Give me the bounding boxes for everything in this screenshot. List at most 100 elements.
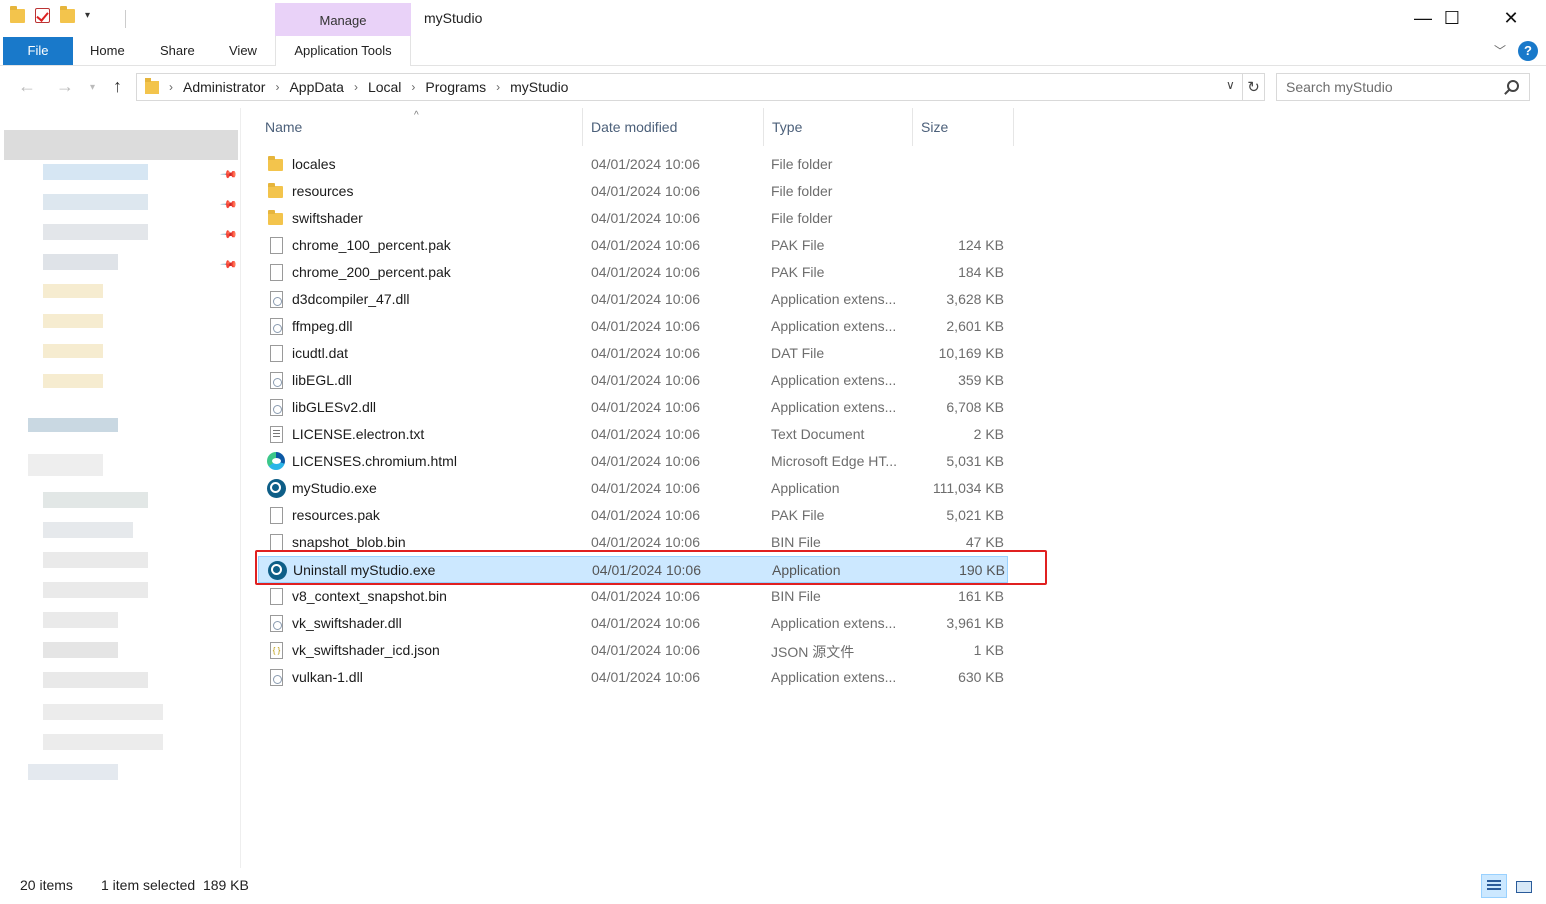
file-row[interactable]: vulkan-1.dll 04/01/2024 10:06 Application …	[258, 664, 1008, 691]
tab-view[interactable]: View	[229, 37, 257, 65]
breadcrumb-administrator[interactable]: Administrator	[183, 79, 265, 95]
file-size: 2,601 KB	[946, 318, 1004, 334]
blurred-item[interactable]	[43, 254, 118, 270]
address-bar[interactable]: › Administrator › AppData › Local › Prog…	[136, 73, 1243, 101]
file-row[interactable]: chrome_200_percent.pak 04/01/2024 10:06 PA…	[258, 259, 1008, 286]
blurred-item[interactable]	[43, 672, 148, 688]
chevron-right-icon[interactable]: ›	[496, 80, 500, 94]
file-row[interactable]: icudtl.dat 04/01/2024 10:06 DAT File 10,169…	[258, 340, 1008, 367]
blurred-item[interactable]	[43, 224, 148, 240]
file-row[interactable]: { } vk_swiftshader_icd.json 04/01/2024 10:…	[258, 637, 1008, 664]
blurred-item[interactable]	[43, 314, 103, 328]
tab-application-tools[interactable]: Application Tools	[275, 36, 411, 66]
help-button[interactable]: ?	[1518, 41, 1538, 61]
blurred-item[interactable]	[43, 284, 103, 298]
file-name: LICENSES.chromium.html	[292, 453, 457, 469]
breadcrumb-appdata[interactable]: AppData	[289, 79, 343, 95]
blurred-item[interactable]	[43, 492, 148, 508]
file-row[interactable]: chrome_100_percent.pak 04/01/2024 10:06 PA…	[258, 232, 1008, 259]
blurred-quick-access[interactable]	[4, 130, 238, 160]
up-arrow-icon[interactable]: ↑	[113, 76, 122, 97]
column-divider[interactable]	[1013, 108, 1014, 146]
breadcrumb-local[interactable]: Local	[368, 79, 401, 95]
file-row[interactable]: vk_swiftshader.dll 04/01/2024 10:06 Applic…	[258, 610, 1008, 637]
file-row[interactable]: myStudio.exe 04/01/2024 10:06 Application 1…	[258, 475, 1008, 502]
file-row[interactable]: resources.pak 04/01/2024 10:06 PAK File 5,0…	[258, 502, 1008, 529]
file-row[interactable]: d3dcompiler_47.dll 04/01/2024 10:06 Applic…	[258, 286, 1008, 313]
tab-manage[interactable]: Manage	[275, 3, 411, 36]
search-icon[interactable]	[1507, 80, 1519, 92]
forward-arrow-icon[interactable]: →	[56, 76, 74, 97]
pin-icon[interactable]: 📌	[219, 195, 238, 214]
maximize-button[interactable]: ☐	[1423, 0, 1481, 36]
blurred-item[interactable]	[43, 194, 148, 210]
blurred-item[interactable]	[28, 454, 103, 476]
pin-icon[interactable]: 📌	[219, 255, 238, 274]
file-row[interactable]: snapshot_blob.bin 04/01/2024 10:06 BIN Fil…	[258, 529, 1008, 556]
file-row[interactable]: LICENSE.electron.txt 04/01/2024 10:06 Text…	[258, 421, 1008, 448]
blurred-item[interactable]	[28, 418, 118, 432]
search-input[interactable]	[1286, 79, 1486, 95]
blurred-item[interactable]	[43, 612, 118, 628]
large-icons-view-icon[interactable]	[1510, 874, 1536, 898]
file-size: 10,169 KB	[938, 345, 1004, 361]
file-row[interactable]: swiftshader 04/01/2024 10:06 File folder	[258, 205, 1008, 232]
blurred-item[interactable]	[43, 552, 148, 568]
file-row[interactable]: LICENSES.chromium.html 04/01/2024 10:06 Mi…	[258, 448, 1008, 475]
blurred-item[interactable]	[43, 522, 133, 538]
file-type: Application extens...	[771, 669, 897, 685]
blurred-item[interactable]	[43, 734, 163, 750]
sort-ascending-icon: ^	[414, 110, 419, 121]
pin-icon[interactable]: 📌	[219, 165, 238, 184]
chevron-right-icon[interactable]: ›	[354, 80, 358, 94]
blurred-item[interactable]	[43, 704, 163, 720]
expand-ribbon-icon[interactable]: ﹀	[1494, 42, 1506, 59]
file-row[interactable]: libEGL.dll 04/01/2024 10:06 Application ex…	[258, 367, 1008, 394]
selection-info: 1 item selected 189 KB	[101, 877, 249, 893]
blurred-item[interactable]	[28, 764, 118, 780]
column-name[interactable]: Name	[257, 108, 582, 146]
tab-home[interactable]: Home	[90, 37, 125, 65]
file-name: v8_context_snapshot.bin	[292, 588, 447, 604]
chevron-right-icon[interactable]: ›	[275, 80, 279, 94]
search-box[interactable]	[1276, 73, 1530, 101]
blurred-item[interactable]	[43, 642, 118, 658]
column-type[interactable]: Type	[764, 108, 912, 146]
chevron-right-icon[interactable]: ›	[411, 80, 415, 94]
pin-icon[interactable]: 📌	[219, 225, 238, 244]
tab-share[interactable]: Share	[160, 37, 195, 65]
file-row[interactable]: libGLESv2.dll 04/01/2024 10:06 Application…	[258, 394, 1008, 421]
blurred-item[interactable]	[43, 582, 148, 598]
customize-toolbar-icon[interactable]: ▾	[85, 10, 90, 21]
breadcrumb-programs[interactable]: Programs	[425, 79, 486, 95]
breadcrumb-mystudio[interactable]: myStudio	[510, 79, 568, 95]
tab-file[interactable]: File	[3, 37, 73, 65]
file-name: vk_swiftshader_icd.json	[292, 642, 440, 658]
chevron-right-icon[interactable]: ›	[169, 80, 173, 94]
file-row[interactable]: resources 04/01/2024 10:06 File folder	[258, 178, 1008, 205]
file-size: 630 KB	[958, 669, 1004, 685]
file-name: swiftshader	[292, 210, 363, 226]
file-row[interactable]: ffmpeg.dll 04/01/2024 10:06 Application ex…	[258, 313, 1008, 340]
blurred-item[interactable]	[43, 164, 148, 180]
edge-icon	[267, 452, 285, 470]
new-folder-icon[interactable]	[60, 5, 75, 23]
address-history-dropdown-icon[interactable]: ∨	[1226, 78, 1235, 92]
blurred-item[interactable]	[43, 344, 103, 358]
column-size[interactable]: Size	[913, 108, 1013, 146]
properties-icon[interactable]	[35, 8, 50, 23]
column-date-modified[interactable]: Date modified	[583, 108, 763, 146]
file-row-selected[interactable]: Uninstall myStudio.exe 04/01/2024 10:06 Ap…	[258, 556, 1008, 583]
back-arrow-icon[interactable]: ←	[18, 76, 36, 97]
file-type: PAK File	[771, 507, 825, 523]
blurred-item[interactable]	[43, 374, 103, 388]
close-button[interactable]: ✕	[1482, 0, 1540, 36]
folder-icon[interactable]	[10, 5, 25, 23]
file-row[interactable]: locales 04/01/2024 10:06 File folder	[258, 151, 1008, 178]
recent-locations-icon[interactable]: ▾	[90, 82, 95, 93]
file-type: JSON 源文件	[771, 644, 855, 660]
details-view-icon[interactable]	[1481, 874, 1507, 898]
refresh-icon[interactable]: ↻	[1243, 73, 1265, 101]
file-date: 04/01/2024 10:06	[591, 615, 700, 631]
file-row[interactable]: v8_context_snapshot.bin 04/01/2024 10:06 B…	[258, 583, 1008, 610]
